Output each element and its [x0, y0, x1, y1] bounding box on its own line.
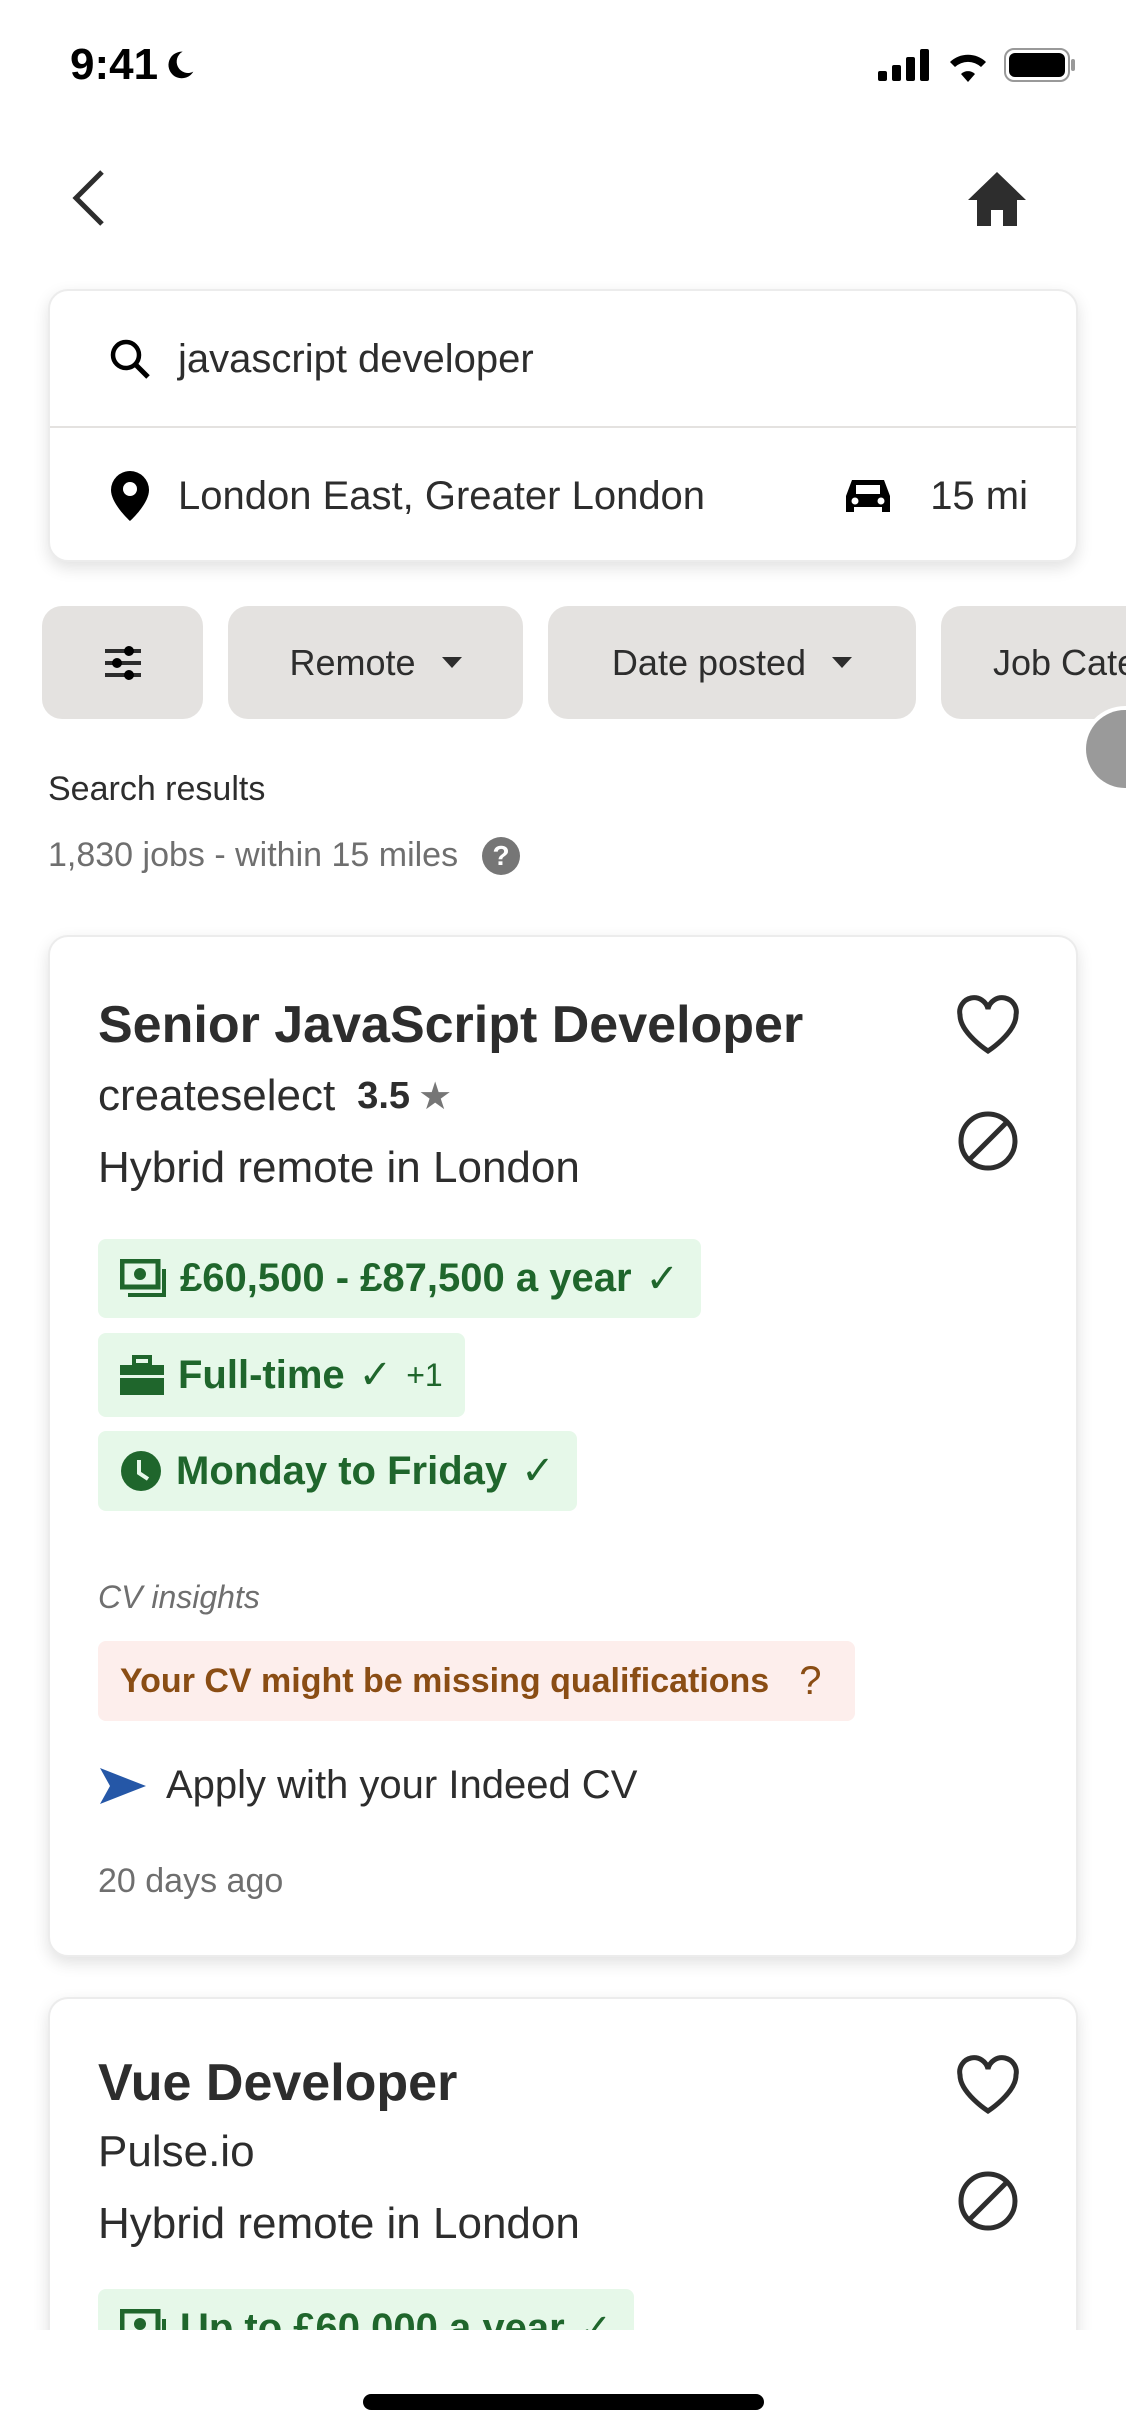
search-query[interactable]: javascript developer: [178, 337, 534, 382]
check-icon: ✓: [521, 1449, 555, 1493]
briefcase-icon: [120, 1355, 164, 1395]
results-summary: 1,830 jobs - within 15 miles ?: [48, 836, 521, 875]
job-location: Hybrid remote in London: [98, 1143, 580, 1192]
filter-remote[interactable]: Remote: [228, 606, 523, 719]
company-name: createselect: [98, 1071, 336, 1120]
check-icon: ✓: [358, 1353, 393, 1397]
home-indicator[interactable]: [363, 2394, 764, 2410]
schedule-tag: Monday to Friday ✓: [98, 1431, 577, 1511]
filter-date-posted[interactable]: Date posted: [548, 606, 916, 719]
company-line: createselect 3.5 ★: [98, 1071, 452, 1121]
caret-down-icon: [441, 657, 462, 668]
all-filters-button[interactable]: [42, 606, 203, 719]
caret-down-icon: [832, 657, 853, 668]
where-field[interactable]: London East, Greater London 15 mi: [50, 428, 1076, 564]
apply-line: Apply with your Indeed CV: [98, 1763, 637, 1808]
cv-insight-warning[interactable]: Your CV might be missing qualifications?: [98, 1641, 856, 1721]
more-count: +1: [406, 1356, 443, 1393]
bottom-bar: [0, 2330, 1126, 2436]
save-job-button[interactable]: [956, 995, 1020, 1059]
question-icon[interactable]: ?: [799, 1659, 821, 1704]
radius-button[interactable]: 15 mi: [844, 474, 1028, 519]
wifi-icon: [950, 54, 986, 82]
job-type-tag: Full-time ✓ +1: [98, 1333, 465, 1417]
company-rating: 3.5: [357, 1074, 411, 1117]
salary-tag: £60,500 - £87,500 a year ✓: [98, 1239, 702, 1318]
not-interested-button[interactable]: [956, 2169, 1020, 2233]
cv-insights-label: CV insights: [98, 1579, 260, 1615]
filter-job-category[interactable]: Job Cate: [941, 606, 1126, 719]
battery-icon: [1004, 48, 1075, 82]
company-name: Pulse.io: [98, 2127, 255, 2176]
home-icon: [968, 172, 1026, 226]
search-icon: [110, 339, 150, 379]
job-title[interactable]: Senior JavaScript Developer: [98, 995, 803, 1055]
heart-icon: [957, 995, 1019, 1054]
sliders-icon: [104, 645, 141, 680]
job-title[interactable]: Vue Developer: [98, 2053, 457, 2113]
money-icon: [120, 1258, 166, 1297]
not-interested-button[interactable]: [956, 1109, 1020, 1173]
block-icon: [958, 2171, 1018, 2231]
block-icon: [958, 1111, 1018, 1171]
radius-value: 15 mi: [930, 473, 1028, 518]
help-icon[interactable]: ?: [482, 836, 521, 875]
search-card: javascript developer London East, Greate…: [48, 289, 1078, 562]
chevron-left-icon: [72, 170, 104, 226]
moon-icon: [168, 51, 194, 79]
results-heading: Search results: [48, 770, 266, 808]
car-icon: [846, 480, 891, 512]
job-card[interactable]: Senior JavaScript Developer createselect…: [48, 935, 1078, 1957]
home-button[interactable]: [966, 168, 1028, 228]
posted-date: 20 days ago: [98, 1862, 284, 1900]
check-icon: ✓: [645, 1256, 680, 1301]
status-time: 9:41: [70, 40, 196, 90]
back-button[interactable]: [66, 168, 114, 228]
status-icons: [878, 48, 1076, 82]
heart-icon: [957, 2055, 1019, 2114]
location-pin-icon: [111, 471, 149, 521]
signal-icon: [878, 49, 929, 81]
star-icon: ★: [418, 1075, 453, 1118]
job-location: Hybrid remote in London: [98, 2199, 580, 2248]
what-field[interactable]: javascript developer: [50, 291, 1076, 427]
save-job-button[interactable]: [956, 2055, 1020, 2119]
send-icon: [100, 1767, 146, 1804]
clock-icon: [121, 1451, 161, 1491]
location-value[interactable]: London East, Greater London: [178, 474, 844, 519]
